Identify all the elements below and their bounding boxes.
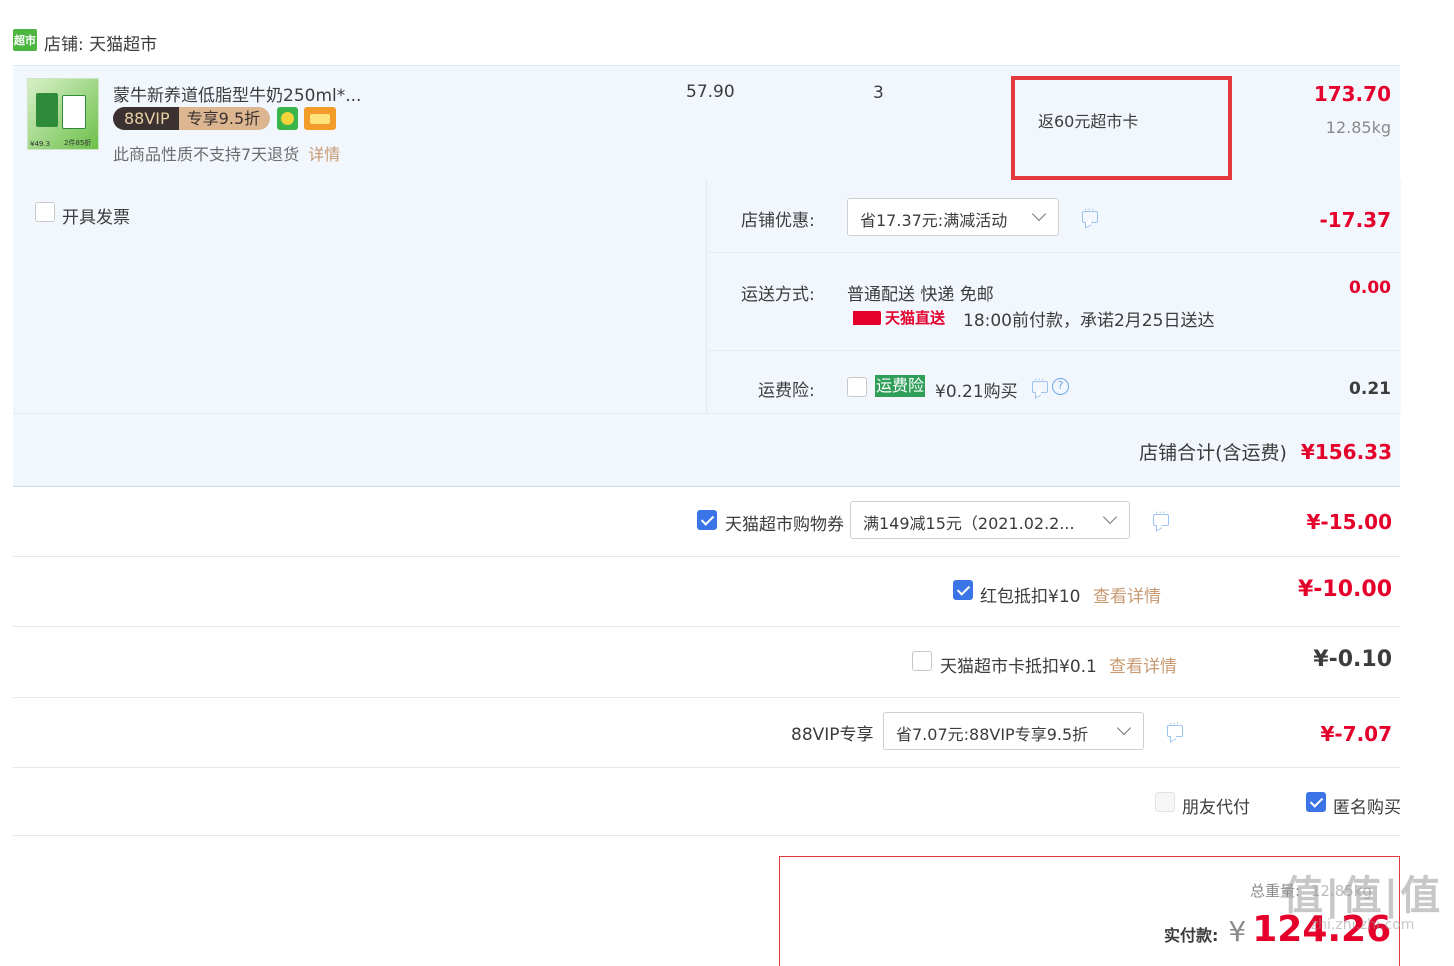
coupon-checkbox[interactable] [697,510,717,530]
watermark-main: 值|值|值 [1283,873,1443,919]
anonymous-checkbox[interactable] [1306,792,1326,812]
unit-price: 57.90 [686,82,735,102]
watermark-logo: 值|值|值 zhi.zhi.zhi.com [1283,874,1442,932]
shop-logo-text: 超市 [14,34,36,47]
tmall-cat-icon [847,310,881,325]
redpacket-amount: ¥-10.00 [1297,577,1392,602]
message-icon[interactable] [1032,373,1048,393]
product-thumbnail[interactable]: ¥49.3 2件85折 [27,78,99,150]
thumbnail-milk-carton-icon [36,93,58,127]
pay-currency: ¥ [1228,915,1247,948]
insurance-label: 运费险: [758,381,815,401]
store-total-amount: ¥156.33 [1300,440,1392,464]
card-icon [310,114,330,124]
friend-pay-label[interactable]: 朋友代付 [1182,793,1250,818]
store-total-label: 店铺合计(含运费) [1139,442,1287,464]
coin-icon [281,112,294,125]
pay-label: 实付款: [1164,926,1219,945]
vip-badge-discount: 专享9.5折 [178,107,271,130]
watermark-sub: zhi.zhi.zhi.com [1310,917,1415,933]
message-icon[interactable] [1167,717,1183,737]
market-card-detail-link[interactable]: 查看详情 [1109,652,1177,677]
store-discount-label: 店铺优惠: [741,211,815,231]
return-notice-text: 此商品性质不支持7天退货 [113,145,300,164]
anonymous-label[interactable]: 匿名购买 [1333,793,1401,818]
shipping-amount: 0.00 [1349,278,1391,298]
chevron-down-icon [1116,720,1132,736]
chevron-down-icon [1031,206,1047,222]
store-discount-value: 省17.37元:满减活动 [860,211,1008,230]
vip-badge: 88VIP 专享9.5折 [113,107,271,130]
redpacket-detail-link[interactable]: 查看详情 [1093,582,1161,607]
shop-logo: 超市 [13,29,37,51]
vip88-amount: ¥-7.07 [1320,722,1392,746]
item-weight: 12.85kg [1325,118,1391,137]
vip88-label: 88VIP专享 [791,725,874,745]
vip88-value: 省7.07元:88VIP专享9.5折 [896,725,1089,744]
promo-note: 返60元超市卡 [1038,112,1139,131]
return-detail-link[interactable]: 详情 [308,145,340,164]
market-card-checkbox[interactable] [912,651,932,671]
coupon-value: 满149减15元（2021.02.2... [863,514,1075,533]
product-name[interactable]: 蒙牛新养道低脂型牛奶250ml*... [113,81,361,106]
coupon-amount: ¥-15.00 [1306,510,1392,534]
redpacket-label[interactable]: 红包抵扣¥10 [980,582,1080,607]
quantity: 3 [873,83,884,103]
service-icon-card[interactable] [304,107,336,130]
vip88-select[interactable]: 省7.07元:88VIP专享9.5折 [883,712,1144,750]
service-icon-green[interactable] [277,107,298,130]
market-card-label[interactable]: 天猫超市卡抵扣¥0.1 [940,652,1097,677]
store-total-row: 店铺合计(含运费) ¥156.33 [1139,438,1392,465]
insurance-price: ¥0.21购买 [935,382,1018,402]
shipping-label: 运送方式: [741,285,815,305]
friend-pay-checkbox[interactable] [1155,792,1175,812]
shipping-method: 普通配送 快递 免邮 [847,285,994,305]
coupon-select[interactable]: 满149减15元（2021.02.2... [850,501,1130,539]
thumbnail-milk-carton-icon [62,95,86,129]
insurance-checkbox[interactable] [847,377,867,397]
chevron-down-icon [1102,509,1118,525]
store-discount-select[interactable]: 省17.37元:满减活动 [847,198,1059,236]
shipping-promise: 18:00前付款，承诺2月25日送达 [963,311,1215,331]
insurance-tag: 运费险 [875,375,926,397]
item-subtotal: 173.70 [1313,82,1391,106]
store-discount-amount: -17.37 [1319,208,1391,232]
thumbnail-price: ¥49.3 [30,140,51,148]
tmall-direct-text: 天猫直送 [885,309,946,327]
redpacket-checkbox[interactable] [953,580,973,600]
shop-name[interactable]: 店铺: 天猫超市 [44,30,157,55]
invoice-checkbox[interactable] [35,202,55,222]
tmall-direct-badge: 天猫直送 [847,307,945,328]
coupon-label[interactable]: 天猫超市购物券 [725,510,844,535]
vip-badge-label: 88VIP [113,107,179,130]
invoice-label[interactable]: 开具发票 [62,203,130,228]
message-icon[interactable] [1153,506,1169,526]
help-icon[interactable]: ? [1052,378,1069,395]
return-notice: 此商品性质不支持7天退货 详情 [113,141,340,165]
thumbnail-promo: 2件85折 [64,139,92,147]
message-icon[interactable] [1082,203,1098,223]
market-card-amount: ¥-0.10 [1313,647,1392,672]
insurance-amount: 0.21 [1349,379,1391,399]
